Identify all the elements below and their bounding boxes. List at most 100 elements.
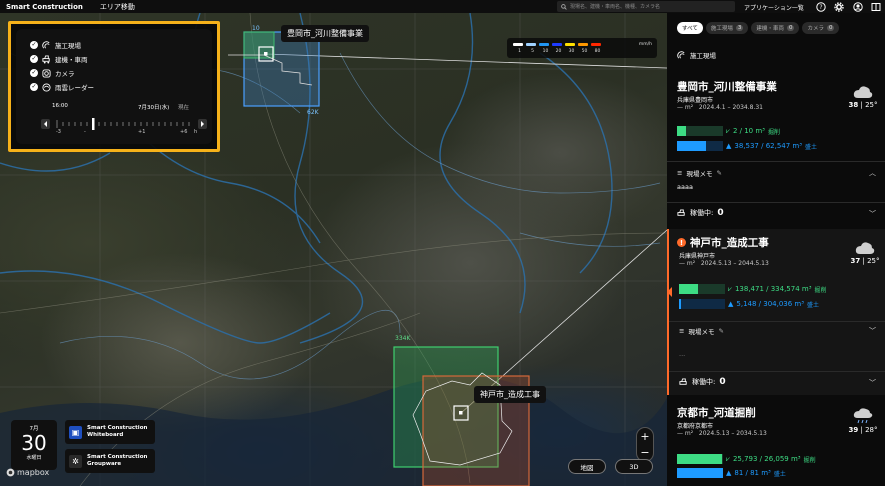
tick-label: +1 <box>138 129 146 135</box>
active-label: 稼働中: <box>692 378 716 386</box>
temp-high: 37 <box>850 257 861 265</box>
apps-menu[interactable]: アプリケーション一覧 <box>744 3 804 12</box>
user-icon[interactable] <box>852 1 863 12</box>
excavation-bar <box>677 454 722 464</box>
excavation-value: 25,793 / 26,059 m³ <box>732 455 801 463</box>
fill-bar <box>677 141 706 151</box>
legend-swatch <box>539 43 549 46</box>
legend-level: 5 <box>531 49 534 54</box>
edit-icon[interactable]: ✎ <box>718 327 723 335</box>
area-label-toyooka-small: 10 <box>252 25 260 32</box>
excavation-value: 2 / 10 m³ <box>732 127 765 135</box>
slider-thumb <box>92 118 95 130</box>
map-view[interactable]: 豊岡市_河川整備事業 10 62K 神戸市_造成工事 334K 1 5 10 20 30… <box>0 13 667 486</box>
search-input[interactable]: 現場名、建機・車両名、機種、カメラ名 <box>557 1 735 12</box>
project-prefecture: 兵庫県神戸市 <box>679 253 716 260</box>
chevron-down-icon[interactable]: ﹀ <box>869 209 876 219</box>
rain-legend: 1 5 10 20 30 50 80 mm/h <box>507 38 657 58</box>
layer-vehicle[interactable]: ✓ 建機・車両 <box>30 54 88 64</box>
fill-label: 盛土 <box>805 143 818 151</box>
checkbox-icon[interactable]: ✓ <box>30 55 38 63</box>
excavation-icon: ⩗ <box>726 126 730 135</box>
fill-value: 5,148 / 304,036 m³ <box>736 300 805 308</box>
chevron-down-icon[interactable]: ﹀ <box>869 326 876 336</box>
3d-view-button[interactable]: 3D <box>615 459 653 474</box>
checkbox-icon[interactable]: ✓ <box>30 41 38 49</box>
tab-vehicles[interactable]: 建機・車両 0 <box>751 22 800 34</box>
active-machines-row[interactable]: 稼働中: 0 <box>679 377 879 387</box>
site-memo-header[interactable]: ≡ 現場メモ ✎ <box>679 326 879 336</box>
cloud-icon <box>853 86 873 98</box>
search-placeholder: 現場名、建機・車両名、機種、カメラ名 <box>570 4 661 10</box>
help-icon[interactable]: ? <box>815 1 826 12</box>
groupware-app-button[interactable]: ✲ Smart Construction Groupware <box>65 449 155 473</box>
mapbox-attribution[interactable]: mapbox <box>6 468 49 477</box>
excavation-value: 138,471 / 334,574 m³ <box>734 285 812 293</box>
project-label-kobe[interactable]: 神戸市_造成工事 <box>474 386 546 403</box>
memo-text: aaaa <box>677 183 693 191</box>
selection-marker <box>667 287 672 297</box>
project-name: 豊岡市_河川整備事業 <box>677 81 777 93</box>
cloud-icon <box>855 242 875 254</box>
vehicle-icon <box>42 54 51 64</box>
project-area: — m² <box>677 104 694 111</box>
tab-label: 施工現場 <box>710 26 733 32</box>
project-period: — m² 2024.5.13 – 2044.5.13 <box>679 260 769 267</box>
fill-label: 盛土 <box>773 470 786 478</box>
layer-camera[interactable]: ✓ カメラ <box>30 68 75 78</box>
rain-icon <box>853 408 873 424</box>
legend-swatch <box>565 43 575 46</box>
checkbox-icon[interactable]: ✓ <box>30 83 38 91</box>
section-label: 施工現場 <box>690 52 716 60</box>
app-name: Smart Construction <box>87 425 148 431</box>
fill-row: ▲ 38,537 / 62,547 m³ 盛土 <box>677 141 817 151</box>
project-label-toyooka[interactable]: 豊岡市_河川整備事業 <box>281 25 369 42</box>
area-move-menu[interactable]: エリア移動 <box>100 2 135 12</box>
zoom-out-button[interactable]: − <box>640 446 649 459</box>
excavation-icon: ⩗ <box>726 454 730 463</box>
tab-cameras[interactable]: カメラ 0 <box>802 22 840 34</box>
project-prefecture: 兵庫県豊岡市 <box>677 97 714 104</box>
top-bar: Smart Construction エリア移動 現場名、建機・車両名、機種、カ… <box>0 0 885 13</box>
layer-site[interactable]: ✓ 施工現場 <box>30 40 81 50</box>
vehicle-icon <box>677 208 685 216</box>
layer-label: 施工現場 <box>55 42 81 50</box>
map-view-button[interactable]: 地図 <box>568 459 606 474</box>
project-card-kobe[interactable]: ! 神戸市_造成工事 兵庫県神戸市 — m² 2024.5.13 – 2044.… <box>667 229 885 395</box>
panel-toggle-icon[interactable] <box>870 1 881 12</box>
legend-level: 20 <box>555 49 562 54</box>
area-label-toyooka: 62K <box>307 109 319 116</box>
whiteboard-app-button[interactable]: ▣ Smart Construction Whiteboard <box>65 420 155 444</box>
radar-time-slider[interactable] <box>41 115 207 130</box>
legend-swatch <box>591 43 601 46</box>
project-dates: 2024.5.13 – 2044.5.13 <box>700 260 769 267</box>
tick-label: h <box>194 129 198 135</box>
tab-sites[interactable]: 施工現場 3 <box>705 22 749 34</box>
excavation-row: ⩗ 138,471 / 334,574 m³ 掘削 <box>679 284 827 294</box>
radar-now-label: 現在 <box>178 105 190 111</box>
legend-level: 10 <box>542 49 549 54</box>
fill-value: 81 / 81 m³ <box>734 469 771 477</box>
active-machines-row[interactable]: 稼働中: 0 <box>677 208 877 218</box>
chevron-up-icon[interactable]: ︿ <box>869 168 876 178</box>
zoom-in-button[interactable]: + <box>640 430 649 443</box>
chevron-down-icon[interactable]: ﹀ <box>869 378 876 388</box>
tab-count: 0 <box>826 25 835 31</box>
site-memo-header[interactable]: ≡ 現場メモ ✎ <box>677 168 877 178</box>
brand-name[interactable]: Smart Construction <box>6 3 83 11</box>
project-dates: 2024.5.13 – 2034.5.13 <box>698 430 767 437</box>
tick-label: -3 <box>56 129 61 135</box>
fill-icon: ▲ <box>726 142 732 150</box>
project-card-kyoto[interactable]: 京都市_河道掘削 京都府京都市 — m² 2024.5.13 – 2034.5.… <box>667 401 885 486</box>
layer-rain-radar[interactable]: ✓ 雨雲レーダー <box>30 82 94 92</box>
tab-all[interactable]: すべて <box>677 22 703 34</box>
fill-icon: ▲ <box>726 469 732 477</box>
checkbox-icon[interactable]: ✓ <box>30 69 38 77</box>
legend-level: 1 <box>518 49 521 54</box>
memo-label: 現場メモ <box>688 328 715 336</box>
layer-label: 建機・車両 <box>55 56 88 64</box>
project-card-toyooka[interactable]: 豊岡市_河川整備事業 兵庫県豊岡市 — m² 2024.4.1 – 2034.8… <box>667 75 885 225</box>
edit-icon[interactable]: ✎ <box>716 169 721 177</box>
project-name: 京都市_河道掘削 <box>677 407 756 419</box>
gear-icon[interactable] <box>833 1 844 12</box>
